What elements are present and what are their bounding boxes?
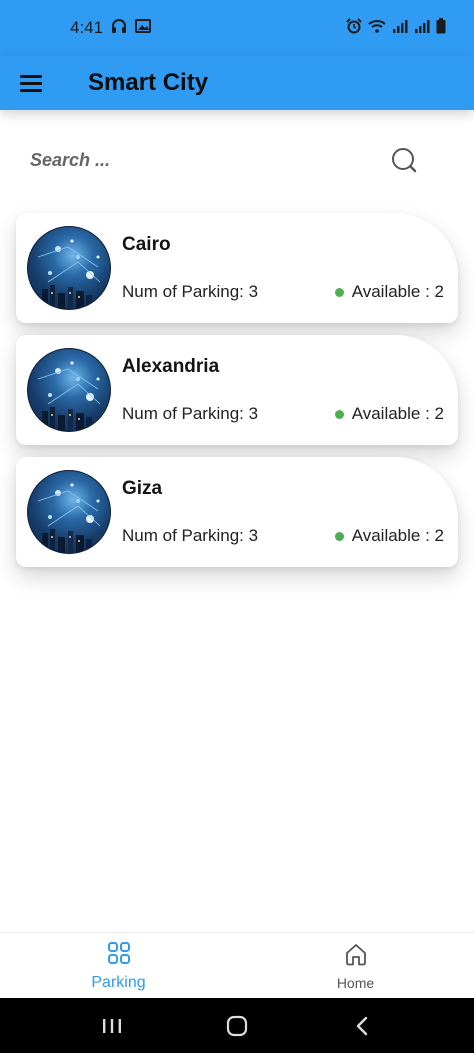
- available-status-dot: [334, 531, 344, 541]
- num-of-parking: Num of Parking: 3: [122, 404, 259, 423]
- availability: Available : 2: [334, 404, 444, 424]
- city-avatar-image: [27, 348, 111, 432]
- grid-icon: [105, 939, 133, 972]
- back-icon[interactable]: [342, 1006, 382, 1046]
- headphones-icon: [111, 18, 127, 39]
- alarm-icon: [346, 17, 362, 39]
- app-title: Smart City: [88, 69, 209, 96]
- status-bar-right: [346, 17, 446, 39]
- city-list: Cairo Num of Parking: 3 Available : 2 Al…: [16, 213, 458, 579]
- city-card-cairo[interactable]: Cairo Num of Parking: 3 Available : 2: [16, 213, 458, 323]
- status-bar: 4:41: [0, 0, 474, 56]
- wifi-icon: [368, 18, 386, 39]
- app-bar: Smart City: [0, 56, 474, 110]
- image-icon: [135, 18, 152, 39]
- availability: Available : 2: [334, 526, 444, 546]
- city-card-giza[interactable]: Giza Num of Parking: 3 Available : 2: [16, 457, 458, 567]
- status-time: 4:41: [70, 18, 104, 37]
- num-of-parking: Num of Parking: 3: [122, 526, 259, 545]
- home-icon: [342, 940, 370, 973]
- nav-label-home: Home: [336, 975, 375, 991]
- availability: Available : 2: [334, 282, 444, 302]
- city-name: Giza: [122, 478, 163, 499]
- status-bar-left: 4:41: [70, 18, 152, 39]
- home-circle-icon[interactable]: [217, 1006, 257, 1046]
- city-avatar-image: [27, 226, 111, 310]
- city-card-alexandria[interactable]: Alexandria Num of Parking: 3 Available :…: [16, 335, 458, 445]
- available-count: Available : 2: [351, 526, 444, 545]
- city-avatar-image: [27, 470, 111, 554]
- signal-icon-2: [414, 18, 430, 39]
- signal-icon: [392, 18, 408, 39]
- bottom-navigation: Parking Home: [0, 932, 474, 998]
- battery-icon: [436, 17, 446, 39]
- available-status-dot: [334, 409, 344, 419]
- hamburger-menu-icon[interactable]: [20, 68, 54, 98]
- available-status-dot: [334, 287, 344, 297]
- nav-label-parking: Parking: [91, 974, 146, 991]
- city-name: Alexandria: [122, 356, 220, 377]
- search-bar: [18, 134, 456, 186]
- nav-item-parking[interactable]: Parking: [0, 933, 237, 998]
- search-input[interactable]: [30, 149, 330, 171]
- search-icon[interactable]: [388, 144, 420, 176]
- nav-item-home[interactable]: Home: [237, 933, 474, 998]
- num-of-parking: Num of Parking: 3: [122, 282, 259, 301]
- available-count: Available : 2: [351, 282, 444, 301]
- system-navigation-bar: [0, 998, 474, 1053]
- recent-apps-icon[interactable]: [92, 1006, 132, 1046]
- city-name: Cairo: [122, 234, 171, 255]
- available-count: Available : 2: [351, 404, 444, 423]
